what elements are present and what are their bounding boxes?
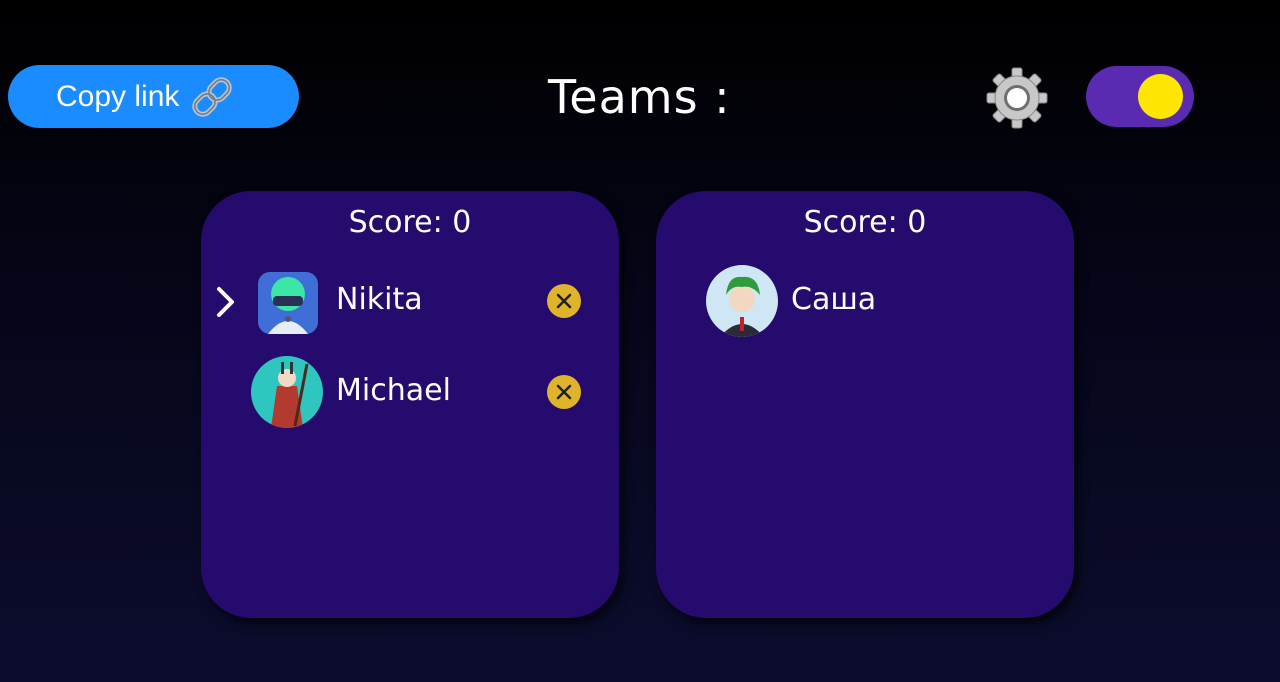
player-name: Саша <box>791 282 877 317</box>
player-name: Nikita <box>336 282 423 317</box>
theme-toggle[interactable] <box>1086 66 1194 127</box>
avatar <box>706 265 778 337</box>
avatar <box>251 356 323 428</box>
chevron-right-icon <box>215 285 237 319</box>
close-icon[interactable] <box>547 284 581 318</box>
close-icon[interactable] <box>547 375 581 409</box>
player-name: Michael <box>336 373 451 408</box>
player-row-sasha[interactable]: Саша <box>656 264 1074 338</box>
copy-link-label: Copy link <box>56 79 180 113</box>
copy-link-button[interactable]: Copy link <box>8 65 299 128</box>
team-card-1: Score: 0 Nikita Michael <box>201 191 619 618</box>
avatar <box>258 272 318 334</box>
player-row-nikita[interactable]: Nikita <box>201 264 619 338</box>
player-row-michael[interactable]: Michael <box>201 355 619 429</box>
team-score: Score: 0 <box>348 205 472 240</box>
team-card-2: Score: 0 Саша <box>656 191 1074 618</box>
page-title: Teams : <box>548 70 731 124</box>
toggle-knob <box>1138 74 1183 119</box>
link-icon <box>187 72 237 122</box>
team-score: Score: 0 <box>803 205 927 240</box>
gear-icon[interactable] <box>985 66 1049 130</box>
